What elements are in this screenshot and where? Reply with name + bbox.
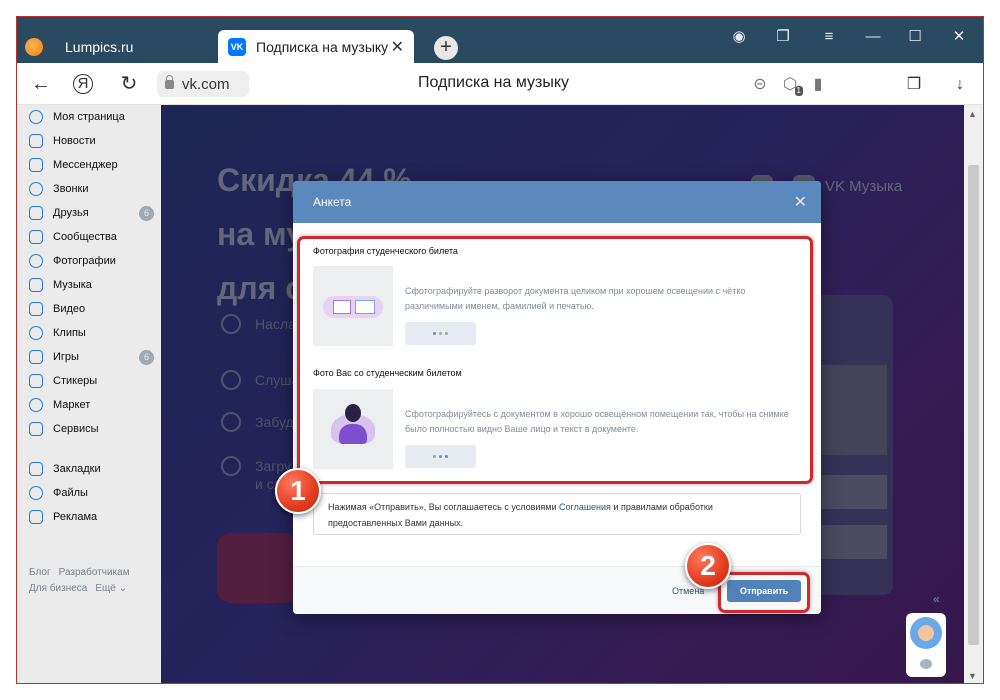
helper-avatar[interactable] — [910, 617, 942, 649]
dialog-close-icon[interactable]: ✕ — [794, 192, 807, 212]
highlight-upload-sections — [297, 236, 813, 484]
translate-icon[interactable]: ⊝ — [749, 74, 771, 96]
step-marker-1: 1 — [275, 468, 321, 514]
tab-lumpics[interactable]: Lumpics.ru — [17, 30, 217, 63]
browser-menu-icon[interactable]: ≡ — [819, 27, 839, 47]
step-marker-2: 2 — [685, 543, 731, 589]
collapse-icon[interactable]: « — [933, 592, 940, 606]
address-bar: ← Я ↻ vk.com Подписка на музыку ⊝ ⬡ 1 ▮ ❒… — [17, 63, 983, 105]
scroll-up-icon[interactable]: ▲ — [968, 109, 977, 119]
window-close-button[interactable]: ✕ — [949, 27, 969, 47]
url-text: vk.com — [182, 75, 230, 93]
tab-music-subscription[interactable]: VK Подписка на музыку ✕ — [218, 30, 414, 63]
new-tab-button[interactable]: + — [434, 36, 458, 60]
extensions-icon[interactable]: ❒ — [903, 74, 925, 96]
reload-button[interactable]: ↻ — [117, 72, 141, 96]
profile-avatar-icon[interactable]: ◉ — [729, 27, 749, 47]
minimize-button[interactable]: — — [863, 27, 883, 47]
dialog-header: Анкета ✕ — [293, 181, 821, 223]
scroll-down-icon[interactable]: ▼ — [968, 671, 977, 681]
page-title: Подписка на музыку — [418, 74, 570, 91]
agreement-notice: Нажимая «Отправить», Вы соглашаетесь с у… — [313, 493, 801, 535]
highlight-submit — [718, 572, 810, 613]
maximize-button[interactable]: ☐ — [905, 27, 925, 47]
download-icon[interactable]: ↓ — [949, 74, 971, 96]
dialog-title: Анкета — [313, 195, 352, 209]
adblock-badge: 1 — [794, 86, 803, 96]
tab-label: Подписка на музыку — [256, 38, 389, 55]
browser-window: Lumpics.ru VK Подписка на музыку ✕ + ◉ ❐… — [16, 16, 984, 684]
url-field[interactable]: vk.com — [157, 71, 249, 97]
tab-close-icon[interactable]: ✕ — [391, 37, 404, 57]
tab-label: Lumpics.ru — [65, 38, 134, 55]
vk-favicon-icon: VK — [228, 37, 246, 56]
page-scrollbar[interactable]: ▲ ▼ — [964, 105, 983, 683]
scroll-thumb[interactable] — [968, 165, 979, 645]
lock-icon — [165, 74, 174, 89]
agreement-text: Нажимая «Отправить», Вы соглашаетесь с у… — [328, 502, 559, 512]
chat-helper-widget[interactable] — [906, 613, 946, 677]
chat-bubble-icon[interactable] — [920, 659, 932, 669]
bookmark-icon[interactable]: ▮ — [807, 74, 829, 96]
agreement-link[interactable]: Соглашения — [559, 502, 611, 512]
collections-icon[interactable]: ❐ — [773, 27, 793, 47]
lumpics-favicon-icon — [25, 37, 43, 56]
tab-bar: Lumpics.ru VK Подписка на музыку ✕ + ◉ ❐… — [17, 17, 983, 63]
adblock-icon[interactable]: ⬡ 1 — [779, 74, 803, 96]
back-button[interactable]: ← — [29, 72, 53, 96]
yandex-button[interactable]: Я — [73, 74, 93, 94]
